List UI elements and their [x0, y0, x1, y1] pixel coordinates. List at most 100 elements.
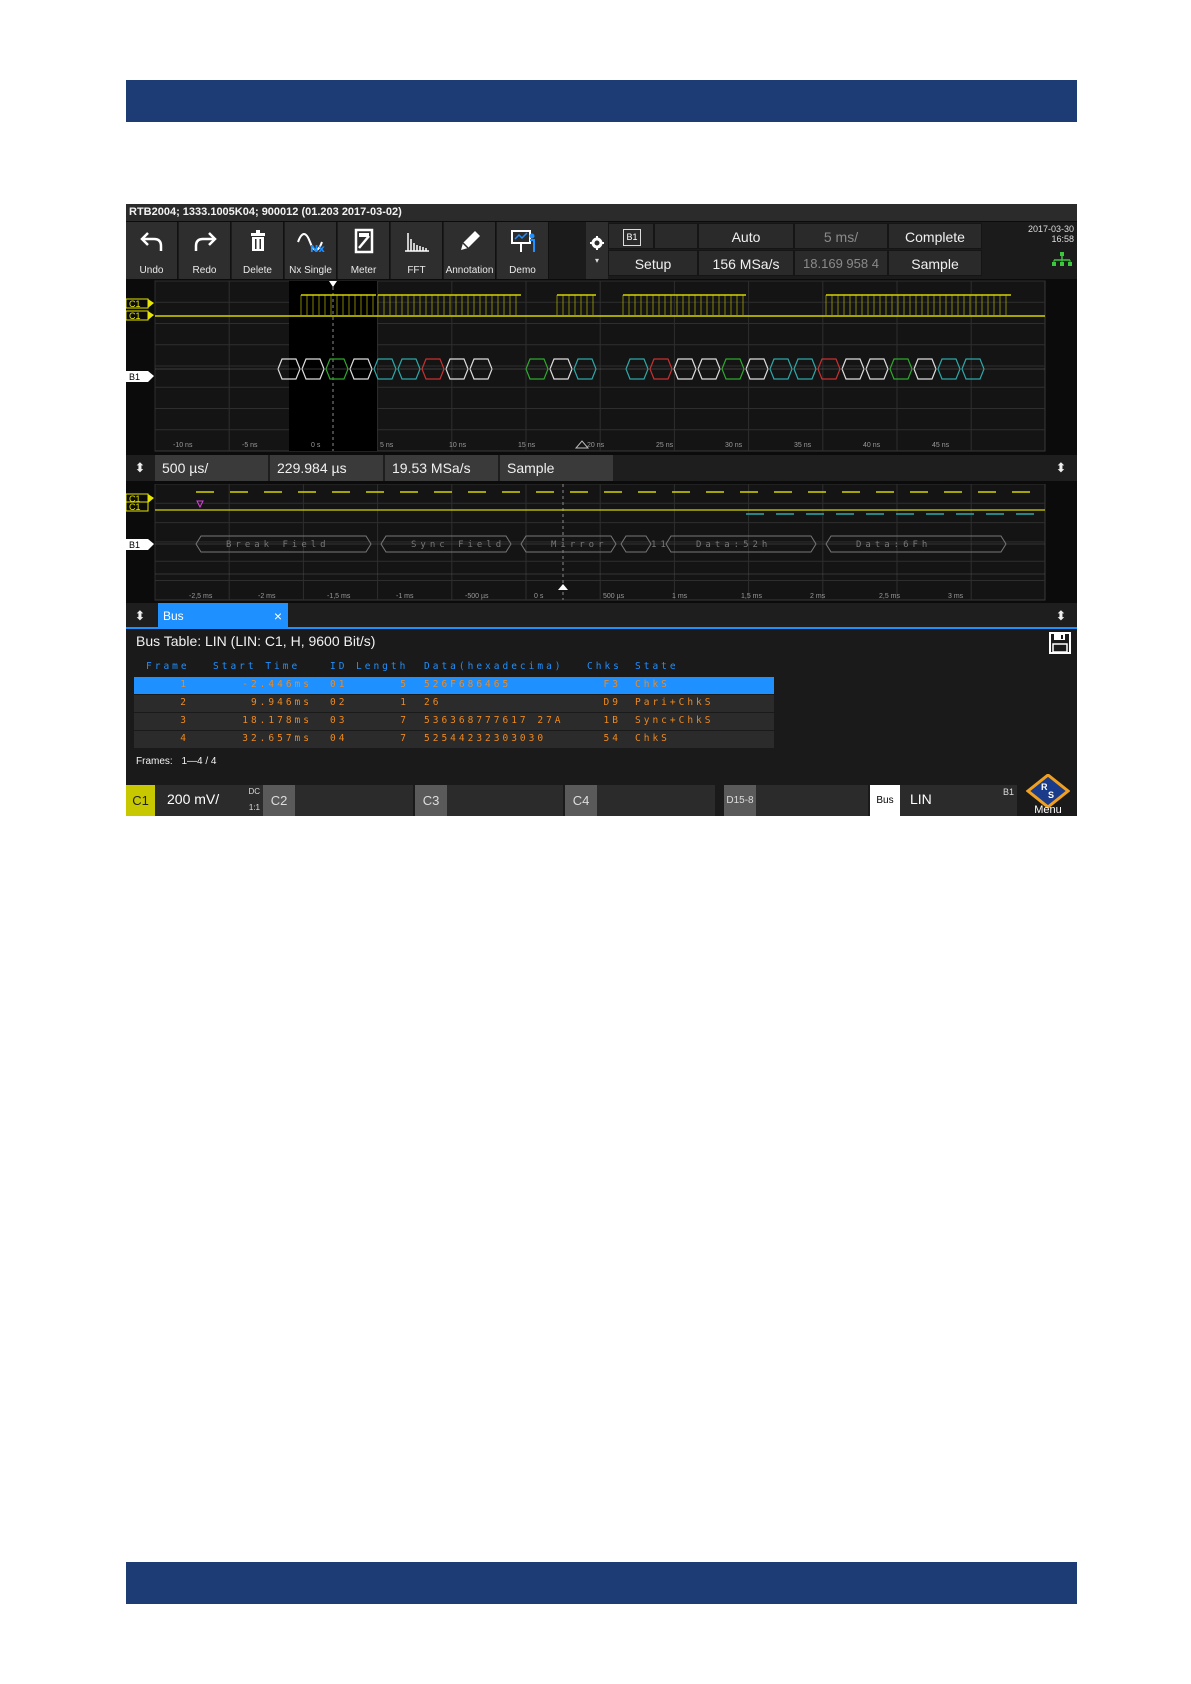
cell-frame: 1	[180, 679, 189, 690]
overview-waveform[interactable]: C1 C1 B1 -10 ns -5 ns 0 s 5 ns 10 ns 15 ns 20 …	[126, 279, 1077, 455]
trigger-mode[interactable]: Auto	[698, 223, 794, 249]
acquisition-mode[interactable]: Sample	[888, 250, 982, 276]
overview-tick-label: 5 ns	[380, 442, 394, 449]
zoom-tick-label: 0 s	[534, 593, 544, 600]
channel-c1-scale: 200 mV/	[167, 791, 220, 807]
redo-button[interactable]: Redo	[179, 222, 231, 279]
channel-c3-box[interactable]	[447, 785, 563, 816]
nx-single-button[interactable]: Nx Nx Single	[285, 222, 337, 279]
sample-rate[interactable]: 156 MSa/s	[698, 250, 794, 276]
oscilloscope-screen: RTB2004; 1333.1005K04; 900012 (01.203 20…	[126, 204, 1077, 816]
annotation-button[interactable]: Annotation	[444, 222, 496, 279]
ch-marker-b1[interactable]: B1	[126, 371, 154, 382]
col-start-time: Start Time	[213, 661, 301, 672]
zoom-tick-label: 3 ms	[948, 593, 964, 600]
bus-box[interactable]: LIN B1	[900, 785, 1017, 816]
menu-button[interactable]: RS Menu	[1019, 773, 1077, 816]
frames-label: Frames:	[136, 756, 173, 767]
channel-c3-tag[interactable]: C3	[415, 785, 447, 816]
ch-marker-c1b[interactable]: C1	[126, 310, 154, 321]
cell-data: 52544232303030	[424, 733, 547, 744]
channel-c1-tag[interactable]: C1	[126, 785, 155, 816]
setup-button[interactable]: Setup	[608, 250, 698, 276]
cell-data: 526F686465	[424, 679, 512, 690]
demo-button[interactable]: Demo	[497, 222, 549, 279]
table-row[interactable]: 1 -2.446ms 01 5 526F686465 F3 ChkS	[134, 677, 774, 694]
trash-icon	[232, 228, 283, 254]
cell-start: 32.657ms	[242, 733, 312, 744]
acquisition-state[interactable]: Complete	[888, 223, 982, 249]
table-row[interactable]: 3 18.178ms 03 7 536368777617 27A 1B Sync+ChkS	[134, 713, 774, 730]
settings-button[interactable]: ▾	[586, 222, 608, 279]
bus-tag[interactable]: Bus	[870, 785, 900, 816]
record-time[interactable]: 18.169 958 4 ms	[794, 250, 888, 297]
toolbar: Undo Redo Delete Nx Nx Single Meter FFT …	[126, 222, 1077, 297]
channel-c1-box[interactable]: 200 mV/ DC 1:1	[155, 785, 263, 816]
frames-indicator: Frames: 1—4 / 4	[126, 750, 1077, 774]
redo-label: Redo	[192, 265, 217, 276]
cell-chks: 54	[603, 733, 621, 744]
zoom-sample-rate[interactable]: 19.53 MSa/s	[385, 455, 500, 481]
header-band	[126, 80, 1077, 122]
channel-c2-tag[interactable]: C2	[263, 785, 295, 816]
channel-c2-box[interactable]	[295, 785, 413, 816]
col-length: Length	[356, 661, 409, 672]
close-icon[interactable]: ×	[274, 603, 282, 629]
overview-tick-label: 25 ns	[656, 442, 674, 449]
zoom-position[interactable]: 229.984 µs	[270, 455, 385, 481]
svg-text:C1: C1	[129, 311, 141, 321]
frames-value: 1—4 / 4	[181, 756, 217, 767]
zoom-ch-marker-b1[interactable]: B1	[126, 539, 154, 550]
channel-c1-coupling: DC	[248, 787, 260, 796]
cell-state: ChkS	[635, 679, 670, 690]
channel-c4-tag[interactable]: C4	[565, 785, 597, 816]
cell-data: 26	[424, 697, 442, 708]
panel-resize-up-icon[interactable]: ⬍	[126, 603, 154, 629]
bus-index: B1	[1002, 787, 1014, 797]
channel-c4-box[interactable]	[597, 785, 715, 816]
time-base[interactable]: 5 ms/	[794, 223, 888, 249]
decode-label: Data:52h	[696, 540, 771, 550]
pencil-icon	[444, 228, 495, 254]
table-row[interactable]: 4 32.657ms 04 7 52544232303030 54 ChkS	[134, 731, 774, 748]
meter-button[interactable]: Meter	[338, 222, 390, 279]
zoom-tick-label: 2,5 ms	[879, 593, 901, 600]
zoom-tick-label: -2,5 ms	[189, 593, 213, 600]
ch-marker-c1a[interactable]: C1	[126, 298, 154, 309]
meter-icon	[338, 228, 389, 254]
decode-label: Mirror	[551, 540, 608, 550]
zoom-resize-up-icon[interactable]: ⬍	[126, 455, 154, 481]
digital-tag[interactable]: D15-8	[724, 785, 756, 816]
cell-frame: 3	[180, 715, 189, 726]
zoom-ch-marker-c1b[interactable]: C1	[126, 501, 149, 512]
zoom-tick-label: -1,5 ms	[327, 593, 351, 600]
clock: 2017-03-30 16:58	[1020, 224, 1077, 244]
decode-label: Data:6Fh	[856, 540, 931, 550]
zoom-mode[interactable]: Sample	[500, 455, 615, 481]
cell-state: Pari+ChkS	[635, 697, 714, 708]
zoom-resize-down-icon[interactable]: ⬍	[1047, 455, 1075, 481]
undo-button[interactable]: Undo	[126, 222, 178, 279]
digital-box[interactable]	[756, 785, 868, 816]
zoom-tick-label: -500 µs	[465, 593, 489, 600]
col-data: Data(hexadecima)	[424, 661, 564, 672]
cell-chks: D9	[603, 697, 621, 708]
panel-resize-down-icon[interactable]: ⬍	[1047, 603, 1075, 629]
zoom-waveform[interactable]: Break Field Sync Field Mirror 11 Data:52h Dat…	[126, 484, 1077, 602]
demo-icon	[497, 228, 548, 254]
zoom-tick-label: 1,5 ms	[741, 593, 763, 600]
delete-button[interactable]: Delete	[232, 222, 284, 279]
table-row[interactable]: 2 9.946ms 02 1 26 D9 Pari+ChkS	[134, 695, 774, 712]
save-icon[interactable]	[1049, 632, 1071, 654]
fft-button[interactable]: FFT	[391, 222, 443, 279]
zoom-time-base[interactable]: 500 µs/	[155, 455, 270, 481]
overview-tick-label: -10 ns	[173, 442, 193, 449]
channel-bar: C1 200 mV/ DC 1:1 C2 C3 C4 D15-8 Bus LIN…	[126, 773, 1077, 816]
tab-bus[interactable]: Bus ×	[158, 603, 288, 629]
redo-icon	[179, 228, 230, 254]
cell-id: 03	[330, 715, 348, 726]
undo-label: Undo	[139, 265, 164, 276]
cell-length: 7	[400, 733, 409, 744]
bus-chip-box[interactable]: B1	[608, 223, 654, 249]
cell-length: 5	[400, 679, 409, 690]
